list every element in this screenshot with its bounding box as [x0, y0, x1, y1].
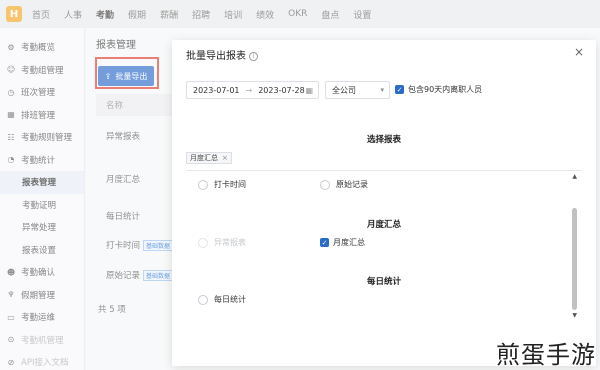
option-exception-report: 异常报表: [198, 237, 246, 248]
option-label: 打卡时间: [214, 180, 246, 189]
checkbox-checked-icon: ✓: [395, 85, 404, 94]
info-icon[interactable]: i: [249, 52, 258, 61]
chip-label: 月度汇总: [190, 154, 218, 162]
scroll-down-icon[interactable]: ▼: [572, 312, 577, 319]
option-label: 月度汇总: [333, 238, 365, 247]
company-select[interactable]: 全公司 ▾: [325, 81, 390, 99]
calendar-icon: ▦: [305, 85, 313, 95]
include-resigned-checkbox[interactable]: ✓ 包含90天内离职人员: [395, 84, 482, 95]
company-select-value: 全公司: [332, 85, 356, 95]
radio-unchecked-icon: [198, 179, 208, 190]
scrollbar-thumb[interactable]: [572, 208, 577, 310]
radio-disabled-icon: [198, 237, 208, 248]
batch-export-modal: 批量导出报表 i × 2023-07-01 → 2023-07-28 ▦ 全公司 …: [172, 40, 596, 366]
chevron-down-icon: ▾: [380, 86, 384, 94]
option-punch-time[interactable]: 打卡时间: [198, 179, 246, 190]
checkbox-checked-icon: ✓: [320, 238, 329, 247]
option-label: 异常报表: [214, 238, 246, 247]
modal-title-text: 批量导出报表: [186, 51, 246, 62]
option-label: 每日统计: [214, 295, 246, 304]
arrow-icon: →: [245, 85, 253, 95]
modal-title: 批量导出报表 i: [186, 47, 258, 62]
scroll-up-icon[interactable]: ▲: [572, 173, 577, 180]
option-monthly-summary[interactable]: ✓ 月度汇总: [320, 237, 365, 248]
close-icon[interactable]: ×: [574, 45, 584, 59]
radio-unchecked-icon: [320, 179, 330, 190]
option-label: 原始记录: [336, 180, 368, 189]
date-range-picker[interactable]: 2023-07-01 → 2023-07-28 ▦: [186, 81, 319, 99]
section-title-select-report: 选择报表: [366, 135, 401, 145]
section-title-daily: 每日统计: [366, 277, 401, 287]
watermark: 煎蛋手游: [496, 341, 596, 369]
option-raw-records[interactable]: 原始记录: [320, 179, 368, 190]
radio-unchecked-icon: [198, 294, 208, 305]
selected-report-chip[interactable]: 月度汇总 ×: [186, 152, 232, 164]
date-end: 2023-07-28: [258, 85, 305, 95]
date-start: 2023-07-01: [193, 85, 240, 95]
include-resigned-label: 包含90天内离职人员: [408, 85, 483, 94]
option-daily-stats[interactable]: 每日统计: [198, 294, 246, 305]
close-icon[interactable]: ×: [222, 154, 228, 162]
section-title-monthly: 月度汇总: [366, 220, 401, 230]
